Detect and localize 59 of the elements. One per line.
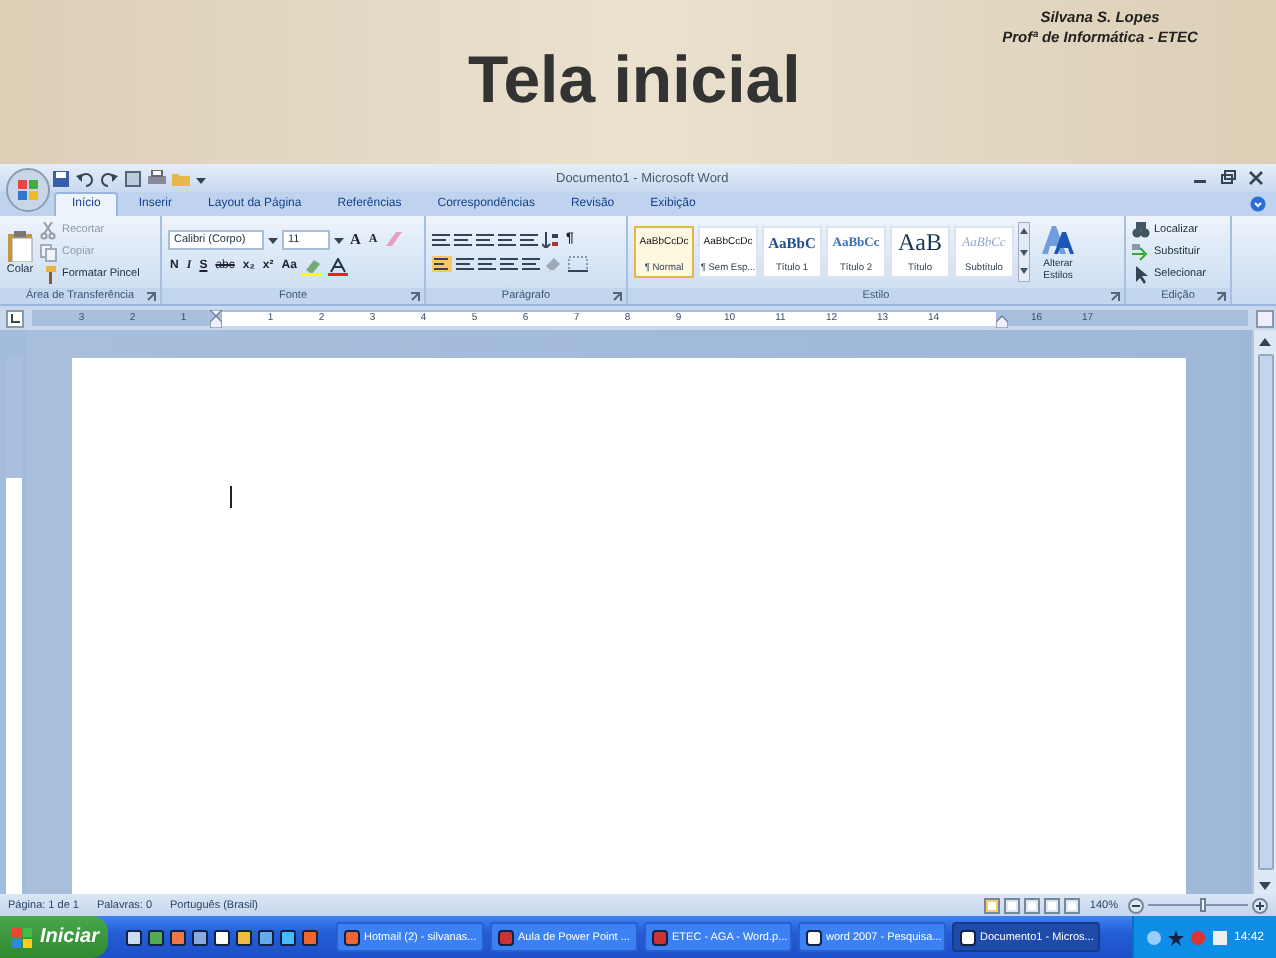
zoom-slider-thumb[interactable] [1200,898,1206,912]
draft-icon[interactable] [1063,897,1080,913]
app-icon [652,929,668,945]
justify-icon[interactable] [500,256,518,272]
line-spacing-icon[interactable] [522,256,540,272]
close-icon[interactable] [1248,170,1264,186]
scroll-up-icon[interactable] [1256,334,1274,350]
scissors-icon [40,221,58,239]
print-layout-icon[interactable] [983,897,1000,913]
view-ruler-icon[interactable] [1256,309,1274,327]
multilevel-list-icon[interactable] [476,232,494,248]
text-cursor [230,486,232,508]
printer-icon[interactable] [148,169,166,187]
sort-icon[interactable] [542,232,560,248]
dialog-launcher-icon[interactable] [612,291,622,301]
copy-icon [40,243,58,261]
align-left-icon[interactable] [432,256,452,272]
align-right-icon[interactable] [478,256,496,272]
reading-view-icon[interactable] [1003,897,1020,913]
numbering-icon[interactable] [454,232,472,248]
bullets-icon[interactable] [432,232,450,248]
binoculars-icon [1132,221,1150,239]
styles-icon [1042,223,1074,255]
dialog-launcher-icon[interactable] [1216,291,1226,301]
brush-icon [40,265,58,283]
pointer-icon [1132,265,1150,283]
align-center-icon[interactable] [456,256,474,272]
decrease-indent-icon[interactable] [498,232,516,248]
zoom-out-icon[interactable] [1128,897,1144,913]
tray-icon[interactable] [1167,929,1184,945]
indent-marker-icon[interactable] [209,309,221,327]
redo-icon[interactable] [100,169,118,187]
clipboard-icon [6,229,34,261]
app-icon [344,929,360,945]
save-icon[interactable] [52,169,70,187]
scroll-thumb[interactable] [1257,354,1273,870]
restore-icon[interactable] [1220,170,1236,186]
undo-icon[interactable] [76,169,94,187]
style-sample: AaB [898,232,942,254]
app-icon [806,929,822,945]
slide-title: Tela inicial [468,40,801,120]
outline-icon[interactable] [1043,897,1060,913]
dialog-launcher-icon[interactable] [410,291,420,301]
tab-selector-icon[interactable] [6,309,24,327]
gallery-scroll-icon[interactable] [1018,222,1030,282]
zoom-in-icon[interactable] [1252,897,1268,913]
replace-icon [1132,243,1150,261]
vertical-scrollbar[interactable] [1252,330,1276,894]
dialog-launcher-icon[interactable] [146,291,156,301]
help-icon[interactable] [1250,196,1266,212]
font-color-icon[interactable] [328,257,351,275]
dialog-launcher-icon[interactable] [1110,291,1120,301]
windows-logo-icon [12,927,32,947]
app-icon [960,929,976,945]
app-icon [498,929,514,945]
start-button[interactable]: Iniciar [0,916,108,958]
borders-icon[interactable] [568,256,588,272]
web-layout-icon[interactable] [1023,897,1040,913]
increase-indent-icon[interactable] [520,232,538,248]
